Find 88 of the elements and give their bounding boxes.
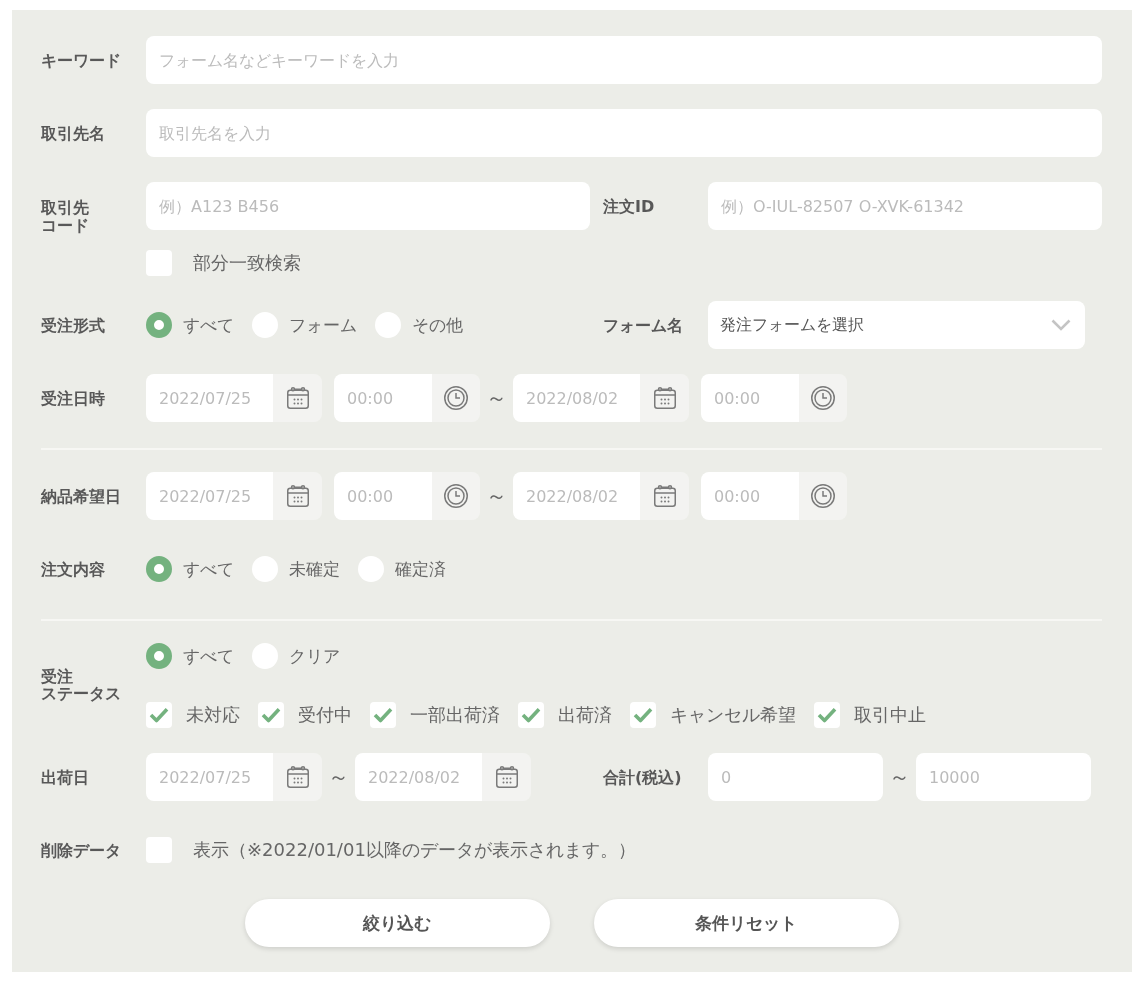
option-label: 未対応 (186, 703, 240, 727)
field-label: 注文ID (603, 197, 655, 216)
field-label: 納品希望日 (41, 487, 121, 506)
amount-input[interactable]: 0 (708, 753, 883, 801)
field-label: 受注 ステータス (41, 667, 121, 703)
calendar-icon (653, 485, 676, 507)
radio-button[interactable] (146, 556, 172, 582)
clock-button[interactable] (799, 374, 847, 422)
range-separator: ～ (889, 766, 910, 788)
checkbox[interactable] (518, 702, 544, 728)
field-label: 取引先名 (41, 124, 105, 143)
clock-icon (444, 484, 468, 508)
date-input[interactable]: 2022/08/02 (355, 753, 482, 801)
option-label: 未確定 (289, 557, 340, 581)
field-label: 受注形式 (41, 316, 105, 335)
option-label: すべて (183, 313, 234, 337)
range-separator: ～ (486, 387, 507, 409)
calendar-button[interactable] (273, 753, 322, 801)
calendar-button[interactable] (640, 374, 689, 422)
date-input[interactable]: 2022/08/02 (513, 374, 640, 422)
clock-button[interactable] (432, 472, 480, 520)
action-button[interactable]: 条件リセット (593, 899, 899, 947)
option-label: 取引中止 (854, 703, 926, 727)
calendar-icon (286, 766, 309, 788)
calendar-icon (653, 387, 676, 409)
text-input[interactable]: 取引先名を入力 (146, 109, 1102, 157)
checkbox[interactable] (258, 702, 284, 728)
calendar-icon (286, 485, 309, 507)
checkmark-icon (149, 707, 169, 723)
checkbox[interactable] (814, 702, 840, 728)
text-input[interactable]: 例）A123 B456 (146, 182, 590, 230)
option-label: 受付中 (298, 703, 352, 727)
option-label: すべて (183, 557, 234, 581)
option-label: すべて (183, 644, 234, 668)
field-label: 合計(税込) (603, 768, 682, 787)
time-input[interactable]: 00:00 (701, 374, 799, 422)
option-label: 出荷済 (558, 703, 612, 727)
chevron-down-icon (1051, 319, 1071, 331)
checkmark-icon (373, 707, 393, 723)
calendar-button[interactable] (273, 374, 322, 422)
range-separator: ～ (486, 485, 507, 507)
text-input[interactable]: 例）O-IUL-82507 O-XVK-61342 (708, 182, 1102, 230)
radio-button[interactable] (146, 312, 172, 338)
field-label: 出荷日 (41, 768, 89, 787)
date-input[interactable]: 2022/07/25 (146, 374, 273, 422)
checkbox[interactable] (146, 702, 172, 728)
option-label: クリア (289, 644, 340, 668)
option-label: 部分一致検索 (193, 251, 301, 275)
field-label: 受注日時 (41, 389, 105, 408)
date-input[interactable]: 2022/07/25 (146, 472, 273, 520)
field-label: キーワード (41, 51, 121, 70)
clock-button[interactable] (799, 472, 847, 520)
text-input[interactable]: フォーム名などキーワードを入力 (146, 36, 1102, 84)
calendar-icon (495, 766, 518, 788)
date-input[interactable]: 2022/07/25 (146, 753, 273, 801)
date-input[interactable]: 2022/08/02 (513, 472, 640, 520)
clock-button[interactable] (432, 374, 480, 422)
radio-button[interactable] (146, 643, 172, 669)
clock-icon (444, 386, 468, 410)
option-label: その他 (412, 313, 463, 337)
calendar-icon (286, 387, 309, 409)
action-button[interactable]: 絞り込む (244, 899, 550, 947)
checkmark-icon (633, 707, 653, 723)
checkmark-icon (521, 707, 541, 723)
option-label: 確定済 (395, 557, 446, 581)
checkbox[interactable] (370, 702, 396, 728)
field-label: 注文内容 (41, 560, 105, 579)
checkbox[interactable] (630, 702, 656, 728)
option-label: 表示（※2022/01/01以降のデータが表示されます。） (193, 838, 636, 862)
option-label: キャンセル希望 (670, 703, 796, 727)
field-label: 削除データ (41, 841, 121, 860)
checkmark-icon (817, 707, 837, 723)
option-label: 一部出荷済 (410, 703, 500, 727)
option-label: フォーム (289, 313, 357, 337)
form-select[interactable]: 発注フォームを選択 (708, 301, 1085, 349)
clock-icon (811, 386, 835, 410)
calendar-button[interactable] (273, 472, 322, 520)
clock-icon (811, 484, 835, 508)
checkmark-icon (261, 707, 281, 723)
calendar-button[interactable] (640, 472, 689, 520)
field-label: フォーム名 (603, 316, 683, 335)
calendar-button[interactable] (482, 753, 531, 801)
range-separator: ～ (328, 766, 349, 788)
amount-input[interactable]: 10000 (916, 753, 1091, 801)
field-label: 取引先 コード (41, 199, 89, 235)
time-input[interactable]: 00:00 (334, 472, 432, 520)
time-input[interactable]: 00:00 (334, 374, 432, 422)
time-input[interactable]: 00:00 (701, 472, 799, 520)
